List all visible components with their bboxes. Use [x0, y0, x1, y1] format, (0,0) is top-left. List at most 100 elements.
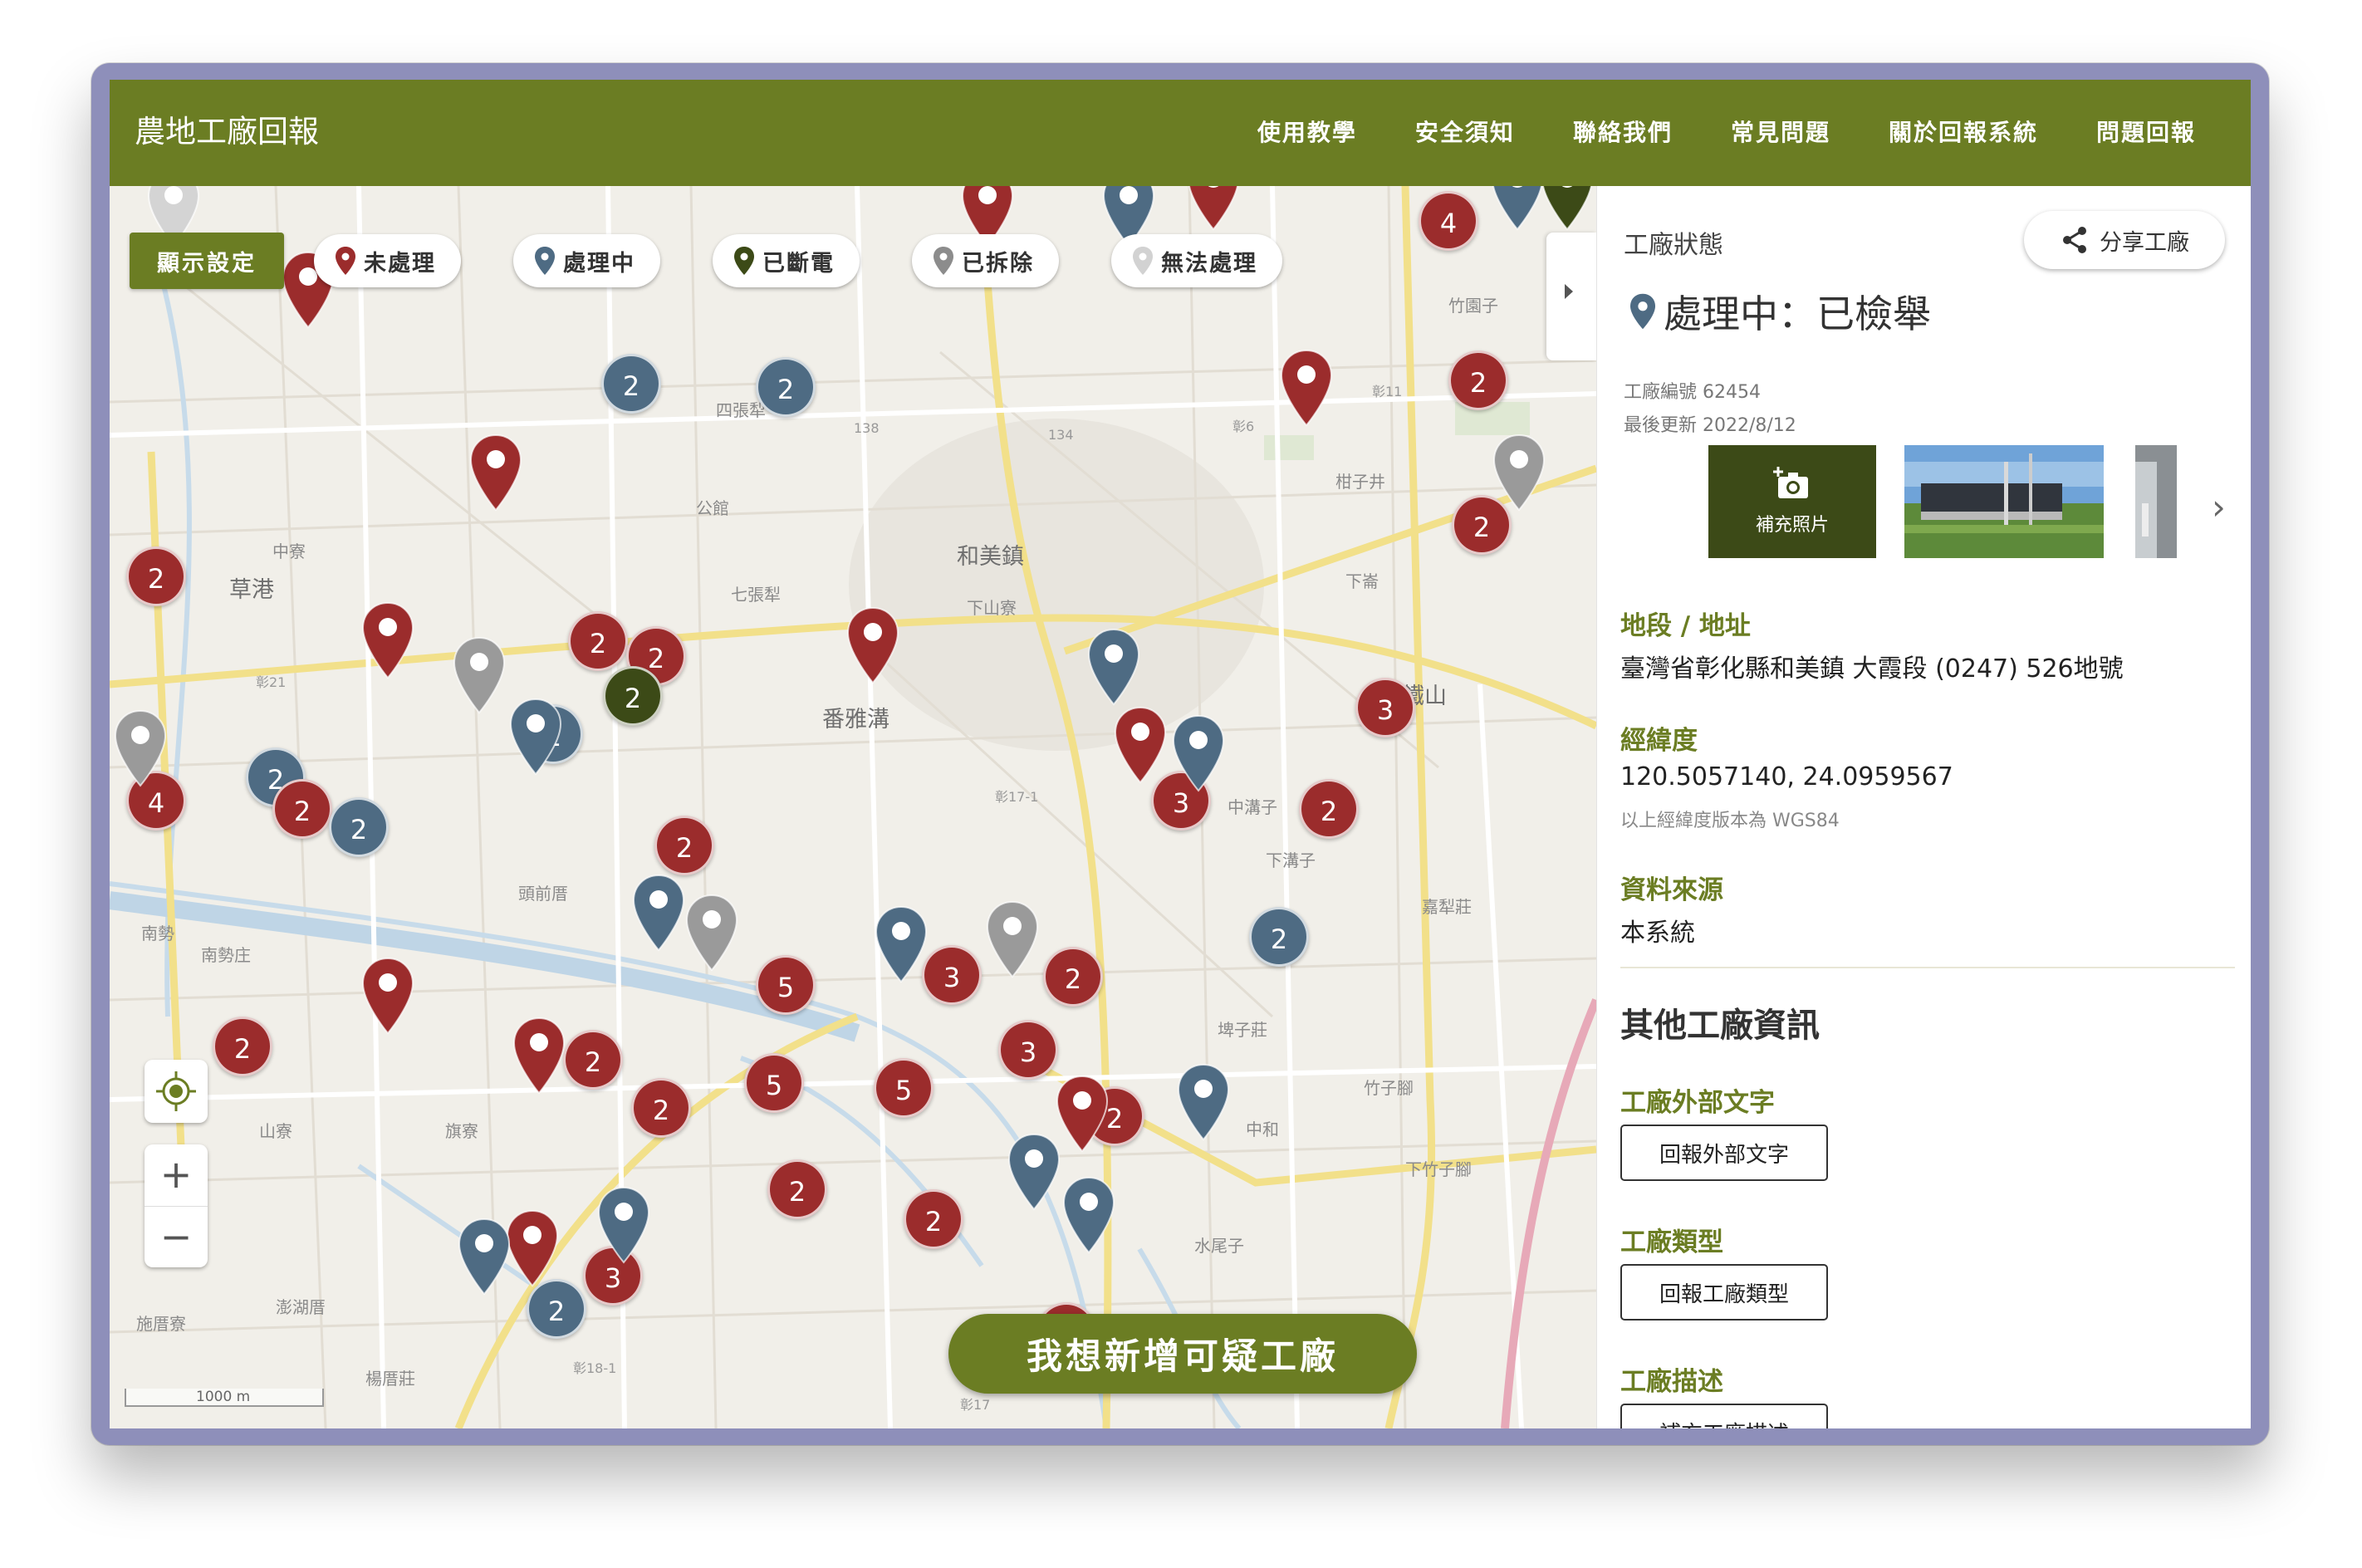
marker-cluster[interactable]: 2	[126, 546, 186, 606]
map-label: 竹園子	[1448, 296, 1498, 316]
marker-cluster[interactable]: 2	[1299, 779, 1359, 839]
zoom-out-button[interactable]: −	[145, 1207, 208, 1268]
map[interactable]: 和美鎮 番雅溝 草港 頭前厝 柑子井 中寮 下山寮 四張犁 七張犁 下崙 鐵山 …	[110, 186, 1596, 1428]
nav-item-faq[interactable]: 常見問題	[1731, 115, 1830, 148]
factory-marker[interactable]	[1279, 349, 1334, 427]
display-settings-button[interactable]: 顯示設定	[130, 233, 284, 289]
marker-cluster[interactable]: 2	[601, 354, 661, 414]
filter-chip-processing[interactable]: 處理中	[513, 234, 660, 287]
factory-marker[interactable]	[684, 894, 739, 972]
factory-marker[interactable]	[113, 709, 168, 787]
nav-item-safety[interactable]: 安全須知	[1415, 115, 1515, 148]
marker-cluster[interactable]: 2	[1249, 907, 1309, 967]
factory-marker[interactable]	[512, 1017, 566, 1095]
road-label: 彰18-1	[573, 1360, 617, 1376]
marker-cluster[interactable]: 2	[904, 1189, 963, 1249]
factory-marker[interactable]	[1086, 628, 1141, 706]
zoom-in-button[interactable]: +	[145, 1144, 208, 1207]
factory-marker[interactable]	[1171, 714, 1226, 792]
nav-item-tutorial[interactable]: 使用教學	[1257, 115, 1357, 148]
map-label: 中寮	[272, 541, 306, 561]
factory-marker[interactable]	[1176, 1063, 1231, 1141]
marker-cluster[interactable]: 2	[767, 1159, 827, 1219]
marker-cluster[interactable]: 5	[756, 955, 816, 1015]
divider	[1620, 967, 2235, 968]
factory-description-heading: 工廠描述	[1620, 1367, 1723, 1397]
source-value: 本系統	[1620, 919, 1695, 948]
other-info-heading: 其他工廠資訊	[1620, 1007, 1820, 1045]
add-suspicious-factory-button[interactable]: 我想新增可疑工廠	[948, 1314, 1417, 1394]
app-title[interactable]: 農地工廠回報	[135, 106, 319, 151]
factory-marker[interactable]	[1540, 186, 1595, 231]
marker-cluster[interactable]: 2	[654, 816, 714, 875]
report-external-text-button[interactable]: 回報外部文字	[1620, 1125, 1828, 1181]
marker-cluster[interactable]: 2	[631, 1078, 691, 1138]
factory-marker[interactable]	[1055, 1075, 1110, 1153]
collapse-panel-button[interactable]	[1546, 233, 1596, 360]
factory-marker[interactable]	[1113, 706, 1168, 784]
factory-marker[interactable]	[457, 1218, 512, 1296]
road-label: 彰21	[256, 674, 287, 690]
add-photo-button[interactable]: 補充照片	[1708, 445, 1876, 558]
marker-cluster[interactable]: 2	[1043, 947, 1103, 1007]
factory-marker[interactable]	[631, 874, 686, 952]
factory-marker[interactable]	[985, 900, 1040, 978]
factory-marker[interactable]	[1186, 186, 1241, 231]
add-camera-icon	[1773, 467, 1808, 498]
factory-marker[interactable]	[505, 1209, 560, 1287]
factory-photo[interactable]	[1904, 445, 2104, 558]
marker-cluster[interactable]: 2	[603, 666, 663, 726]
factory-marker[interactable]	[1007, 1133, 1061, 1211]
factory-marker[interactable]	[360, 957, 415, 1035]
factory-marker[interactable]	[1490, 186, 1545, 231]
source-heading: 資料來源	[1620, 875, 1723, 905]
marker-cluster[interactable]: 3	[998, 1020, 1058, 1080]
marker-cluster[interactable]: 4	[1419, 191, 1478, 251]
report-factory-type-button[interactable]: 回報工廠類型	[1620, 1264, 1828, 1321]
factory-marker[interactable]	[874, 905, 929, 983]
filter-chip-power-cut[interactable]: 已斷電	[713, 234, 860, 287]
factory-marker[interactable]	[1492, 434, 1546, 512]
map-pin-icon	[336, 247, 355, 275]
factory-photo[interactable]	[2135, 445, 2177, 558]
marker-cluster[interactable]: 5	[744, 1053, 804, 1113]
marker-cluster[interactable]: 2	[568, 611, 628, 671]
filter-chip-cannot-process[interactable]: 無法處理	[1111, 234, 1282, 287]
nav-menu: 使用教學 安全須知 聯絡我們 常見問題 關於回報系統 問題回報	[1257, 115, 2196, 148]
marker-cluster[interactable]: 2	[272, 779, 332, 839]
address-value: 臺灣省彰化縣和美鎮 大霞段 (0247) 526地號	[1620, 654, 2124, 684]
next-photo-button[interactable]: ›	[2212, 487, 2226, 527]
filter-chip-unprocessed[interactable]: 未處理	[314, 234, 461, 287]
marker-cluster[interactable]: 5	[874, 1058, 934, 1118]
factory-marker[interactable]	[468, 434, 523, 512]
marker-cluster[interactable]: 2	[213, 1017, 272, 1076]
map-label: 旗寮	[445, 1121, 478, 1141]
marker-cluster[interactable]: 2	[1448, 350, 1508, 410]
road-label: 彰17	[960, 1397, 991, 1413]
window-frame: 農地工廠回報 使用教學 安全須知 聯絡我們 常見問題 關於回報系統 問題回報 和…	[91, 63, 2269, 1445]
factory-marker[interactable]	[452, 636, 507, 714]
factory-status: 處理中：已檢舉	[1630, 284, 1931, 339]
factory-marker[interactable]	[596, 1186, 651, 1264]
factory-marker[interactable]	[845, 606, 900, 684]
share-factory-button[interactable]: 分享工廠	[2024, 211, 2225, 269]
nav-item-about[interactable]: 關於回報系統	[1889, 115, 2038, 148]
nav-item-contact[interactable]: 聯絡我們	[1573, 115, 1673, 148]
nav-item-feedback[interactable]: 問題回報	[2096, 115, 2196, 148]
marker-cluster[interactable]: 2	[527, 1279, 586, 1339]
map-label: 中溝子	[1228, 797, 1277, 817]
filter-chip-label: 未處理	[364, 250, 436, 277]
marker-cluster[interactable]: 2	[329, 797, 389, 857]
marker-cluster[interactable]: 3	[922, 945, 982, 1005]
map-pin-icon	[934, 247, 953, 275]
factory-marker[interactable]	[360, 601, 415, 679]
marker-cluster[interactable]: 2	[756, 357, 816, 417]
factory-marker[interactable]	[508, 698, 563, 776]
filter-chip-demolished[interactable]: 已拆除	[912, 234, 1059, 287]
marker-cluster[interactable]: 2	[563, 1030, 623, 1090]
marker-cluster[interactable]: 3	[1355, 678, 1415, 737]
factory-marker[interactable]	[1061, 1176, 1116, 1254]
add-factory-description-button[interactable]: 補充工廠描述	[1620, 1404, 1828, 1428]
factory-photo-image	[1904, 445, 2104, 558]
locate-me-button[interactable]	[145, 1060, 208, 1123]
